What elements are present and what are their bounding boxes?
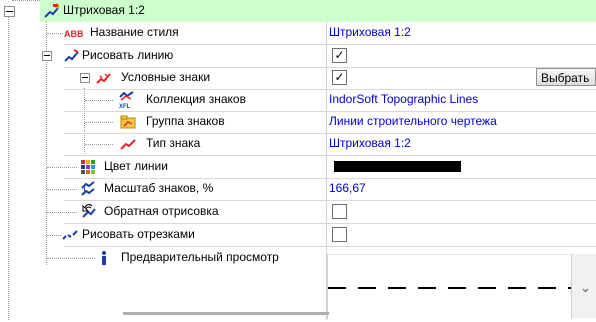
collapse-toggle[interactable]: [4, 6, 15, 17]
row-collection[interactable]: XFL Коллекция знаков IndorSoft Topograph…: [0, 89, 596, 111]
segments-icon: [62, 230, 78, 240]
preview-label: Предварительный просмотр: [121, 250, 279, 264]
style-header-row[interactable]: Штриховая 1:2: [40, 0, 596, 22]
tree-branch: [47, 189, 77, 190]
symbol-type-label: Тип знака: [146, 136, 201, 150]
xfl-collection-icon: XFL: [119, 91, 134, 109]
row-symbols[interactable]: Условные знаки ✓ Выбрать: [0, 67, 596, 89]
folder-group-icon: [120, 115, 136, 129]
dashed-line-preview: [328, 287, 572, 289]
reverse-draw-icon: [82, 204, 96, 218]
style-name-label: Название стиля: [90, 25, 179, 39]
line-color-swatch[interactable]: [334, 161, 461, 172]
style-header-label: Штриховая 1:2: [63, 3, 145, 17]
preview-box[interactable]: [327, 254, 572, 319]
row-style-name[interactable]: ABB Название стиля Штриховая 1:2: [0, 22, 596, 44]
style-line-icon: [44, 3, 60, 18]
collection-label: Коллекция знаков: [146, 92, 246, 106]
reverse-label: Обратная отрисовка: [104, 204, 219, 218]
row-reverse[interactable]: Обратная отрисовка: [0, 201, 596, 223]
group-value[interactable]: Линии строительного чертежа: [327, 111, 596, 133]
row-segments[interactable]: Рисовать отрезками: [0, 224, 596, 246]
segments-label: Рисовать отрезками: [82, 227, 195, 241]
segments-checkbox[interactable]: [332, 227, 347, 242]
scrollbar-thumb[interactable]: [123, 312, 329, 315]
scale-label: Масштаб знаков, %: [104, 181, 214, 195]
symbols-checkbox[interactable]: ✓: [332, 70, 347, 85]
scale-value[interactable]: 166,67: [327, 178, 596, 200]
svg-text:XFL: XFL: [119, 104, 131, 109]
tree-branch: [47, 212, 77, 213]
symbols-label: Условные знаки: [121, 70, 211, 84]
draw-line-checkbox[interactable]: ✓: [332, 48, 347, 63]
collapse-toggle[interactable]: [42, 51, 52, 61]
row-line-color[interactable]: Цвет линии: [0, 156, 596, 178]
row-symbol-type[interactable]: Тип знака Штриховая 1:2: [0, 133, 596, 155]
property-grid: Штриховая 1:2 ABB Название стиля Штрихов…: [0, 0, 596, 320]
symbols-line-icon: [96, 73, 111, 84]
row-draw-line[interactable]: Рисовать линию ✓: [0, 45, 596, 67]
tree-branch: [47, 33, 63, 34]
color-palette-icon: [81, 160, 95, 174]
choose-button[interactable]: Выбрать: [536, 68, 596, 86]
draw-line-label: Рисовать линию: [82, 48, 174, 62]
line-color-label: Цвет линии: [104, 159, 168, 173]
row-group[interactable]: Группа знаков Линии строительного чертеж…: [0, 111, 596, 133]
collection-value[interactable]: IndorSoft Topographic Lines: [327, 89, 596, 111]
tree-branch: [85, 100, 113, 101]
scale-icon: [81, 181, 95, 196]
chevron-down-icon: ⌄: [580, 280, 591, 295]
collapse-toggle[interactable]: [80, 73, 90, 83]
group-label: Группа знаков: [146, 114, 225, 128]
symbol-type-value[interactable]: Штриховая 1:2: [327, 133, 596, 155]
reverse-checkbox[interactable]: [332, 204, 347, 219]
tree-branch: [47, 167, 77, 168]
tree-branch: [85, 122, 113, 123]
tree-branch: [47, 258, 95, 259]
tree-branch: [47, 235, 61, 236]
line-draw-icon: [64, 49, 79, 62]
tree-branch: [85, 144, 113, 145]
info-icon: [102, 251, 106, 265]
row-scale[interactable]: Масштаб знаков, % 166,67: [0, 178, 596, 200]
abc-text-icon: ABB: [64, 29, 84, 39]
symbol-type-icon: [120, 139, 136, 150]
svg-text:ABB: ABB: [64, 29, 84, 39]
preview-dropdown[interactable]: ⌄: [571, 254, 596, 318]
style-name-value[interactable]: Штриховая 1:2: [327, 22, 596, 44]
